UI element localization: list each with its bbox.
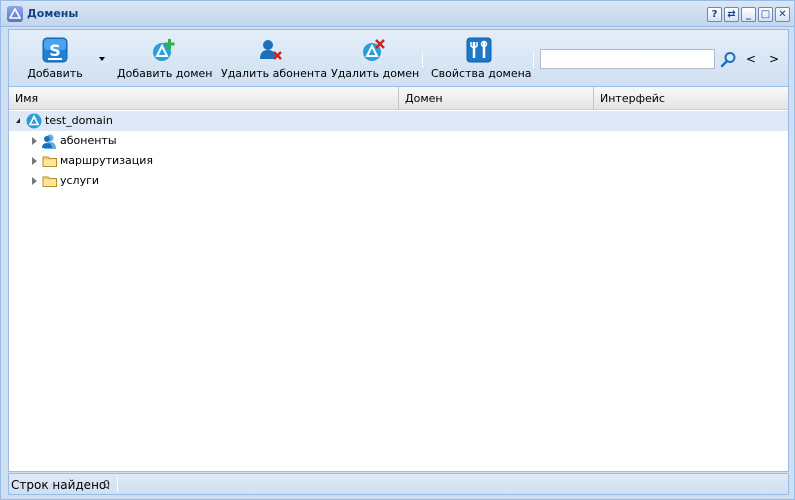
- add-domain-button[interactable]: Добавить домен: [117, 30, 213, 85]
- collapse-toggle-icon[interactable]: [16, 118, 20, 123]
- expand-toggle-icon[interactable]: [32, 137, 37, 145]
- tree-row-routing[interactable]: маршрутизация: [9, 151, 788, 171]
- add-domain-label: Добавить домен: [117, 67, 213, 80]
- users-icon: [41, 133, 57, 149]
- delete-domain-label: Удалить домен: [331, 67, 420, 80]
- prev-button[interactable]: <: [745, 52, 757, 66]
- add-button[interactable]: S Добавить: [13, 30, 97, 85]
- toolbar: S Добавить Добавить домен Удалить абонен…: [8, 29, 789, 86]
- delete-subscriber-label: Удалить абонента: [221, 67, 328, 80]
- tree-node-label: абоненты: [60, 134, 117, 147]
- search-icon[interactable]: [720, 51, 737, 68]
- minimize-button[interactable]: _: [741, 7, 756, 22]
- help-button[interactable]: ?: [707, 7, 722, 22]
- delete-user-icon: [258, 37, 284, 63]
- expand-toggle-icon[interactable]: [32, 177, 37, 185]
- search-input[interactable]: [540, 49, 715, 69]
- folder-icon: [42, 153, 58, 169]
- tree-node-label: маршрутизация: [60, 154, 153, 167]
- refresh-button[interactable]: ⇄: [724, 7, 739, 22]
- domain-tree-grid: Имя Домен Интерфейс test_domain абоненты…: [8, 86, 789, 472]
- next-button[interactable]: >: [768, 52, 780, 66]
- tree-row-services[interactable]: услуги: [9, 171, 788, 191]
- expand-toggle-icon[interactable]: [32, 157, 37, 165]
- rows-found-count: 0: [103, 478, 110, 491]
- domains-window: Домены ? ⇄ _ □ ✕ S Добавить Добавить дом…: [0, 0, 795, 500]
- folder-icon: [42, 173, 58, 189]
- title-bar[interactable]: Домены ? ⇄ _ □ ✕: [1, 1, 794, 27]
- add-dropdown-arrow[interactable]: [99, 57, 105, 61]
- window-title: Домены: [27, 7, 79, 20]
- rows-found-label: Строк найдено:: [11, 478, 111, 492]
- tree-node-label: услуги: [60, 174, 100, 187]
- close-button[interactable]: ✕: [775, 7, 790, 22]
- toolbar-separator: [533, 52, 534, 68]
- toolbar-separator: [422, 52, 423, 68]
- svg-text:S: S: [49, 41, 61, 60]
- status-separator: [117, 477, 118, 492]
- grid-header: Имя Домен Интерфейс: [9, 87, 788, 110]
- tree-row-test-domain[interactable]: test_domain: [9, 111, 788, 131]
- tree-node-label: test_domain: [45, 114, 113, 127]
- status-bar: Строк найдено: 0: [8, 473, 789, 495]
- delete-domain-button[interactable]: Удалить домен: [331, 30, 420, 85]
- tools-icon: [466, 37, 492, 63]
- domain-window-icon: [7, 6, 23, 22]
- add-domain-icon: [151, 37, 177, 63]
- delete-subscriber-button[interactable]: Удалить абонента: [221, 30, 328, 85]
- column-header-name[interactable]: Имя: [9, 87, 399, 110]
- column-header-domain[interactable]: Домен: [399, 87, 594, 110]
- tree-row-subscribers[interactable]: абоненты: [9, 131, 788, 151]
- add-icon: S: [42, 37, 68, 63]
- domain-properties-label: Свойства домена: [431, 67, 532, 80]
- maximize-button[interactable]: □: [758, 7, 773, 22]
- add-label: Добавить: [27, 67, 83, 80]
- delete-domain-icon: [361, 37, 387, 63]
- domain-icon: [26, 113, 42, 129]
- column-header-interface[interactable]: Интерфейс: [594, 87, 788, 110]
- domain-properties-button[interactable]: Свойства домена: [431, 30, 532, 85]
